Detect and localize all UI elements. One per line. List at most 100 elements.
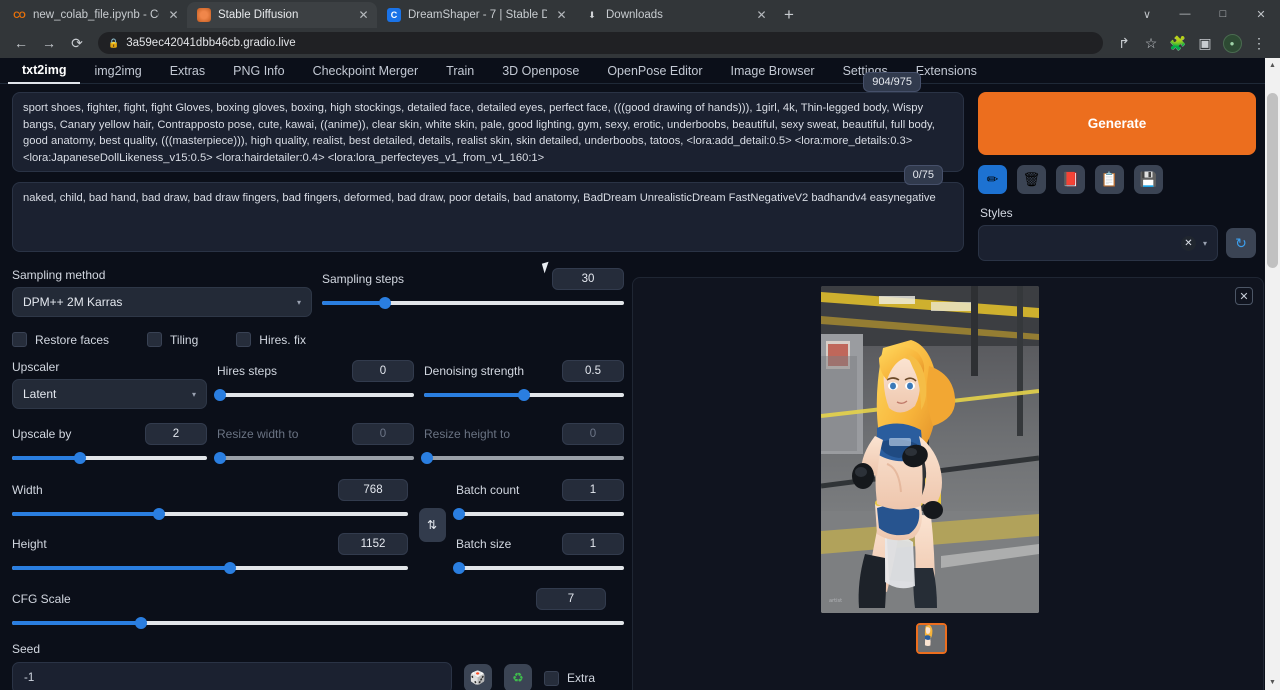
restore-faces-checkbox[interactable]: Restore faces bbox=[12, 332, 109, 347]
tab-checkpoint-merger[interactable]: Checkpoint Merger bbox=[299, 60, 433, 83]
close-icon[interactable]: ✕ bbox=[1235, 287, 1253, 305]
batch-count-slider[interactable] bbox=[456, 507, 624, 521]
browser-tab-stable-diffusion[interactable]: Stable Diffusion ✕ bbox=[187, 2, 377, 28]
close-icon[interactable]: ✕ bbox=[166, 8, 181, 23]
sampling-method-dropdown[interactable]: DPM++ 2M Karras ▾ bbox=[12, 287, 312, 317]
back-icon[interactable]: ← bbox=[8, 30, 34, 56]
tab-image-browser[interactable]: Image Browser bbox=[717, 60, 829, 83]
close-icon[interactable]: ✕ bbox=[356, 8, 371, 23]
paste-icon[interactable]: 📋 bbox=[1095, 165, 1124, 194]
negative-prompt-input[interactable]: 0/75 naked, child, bad hand, bad draw, b… bbox=[12, 182, 964, 252]
share-icon[interactable]: ↱ bbox=[1111, 30, 1137, 56]
pen-icon[interactable]: ✏ bbox=[978, 165, 1007, 194]
tab-img2img[interactable]: img2img bbox=[80, 60, 155, 83]
slider-knob[interactable] bbox=[135, 617, 147, 629]
extra-seed-checkbox[interactable]: Extra bbox=[544, 671, 595, 686]
side-panel-icon[interactable]: ▣ bbox=[1192, 30, 1218, 56]
denoising-strength-slider[interactable] bbox=[424, 388, 624, 402]
slider-knob[interactable] bbox=[214, 452, 226, 464]
batch-size-slider[interactable] bbox=[456, 561, 624, 575]
random-seed-dice-icon[interactable]: 🎲 bbox=[464, 664, 492, 690]
slider-knob[interactable] bbox=[453, 562, 465, 574]
browser-tab-dreamshaper[interactable]: C DreamShaper - 7 | Stable Diffusio ✕ bbox=[377, 2, 575, 28]
tab-openpose-editor[interactable]: OpenPose Editor bbox=[593, 60, 716, 83]
checkbox-box[interactable] bbox=[544, 671, 559, 686]
minimize-button[interactable]: — bbox=[1166, 0, 1204, 28]
batch-size-value[interactable]: 1 bbox=[562, 533, 624, 555]
chevron-down-icon[interactable]: ▾ bbox=[297, 298, 301, 307]
scroll-down-icon[interactable]: ▼ bbox=[1265, 675, 1280, 690]
slider-knob[interactable] bbox=[421, 452, 433, 464]
slider-knob[interactable] bbox=[74, 452, 86, 464]
page-scrollbar[interactable]: ▲ ▼ bbox=[1265, 58, 1280, 690]
resize-height-slider[interactable] bbox=[424, 451, 624, 465]
hires-steps-slider[interactable] bbox=[217, 388, 414, 402]
tab-search-icon[interactable]: ∨ bbox=[1128, 0, 1166, 28]
upscaler-dropdown[interactable]: Latent ▾ bbox=[12, 379, 207, 409]
bookmark-star-icon[interactable]: ☆ bbox=[1138, 30, 1164, 56]
batch-count-value[interactable]: 1 bbox=[562, 479, 624, 501]
width-value[interactable]: 768 bbox=[338, 479, 408, 501]
address-bar[interactable]: 🔒 3a59ec42041dbb46cb.gradio.live bbox=[98, 32, 1103, 54]
clear-icon[interactable]: ✕ bbox=[1181, 236, 1196, 251]
cfg-scale-value[interactable]: 7 bbox=[536, 588, 606, 610]
maximize-button[interactable]: □ bbox=[1204, 0, 1242, 28]
scroll-up-icon[interactable]: ▲ bbox=[1265, 58, 1280, 73]
tiling-checkbox[interactable]: Tiling bbox=[147, 332, 198, 347]
browser-tab-colab[interactable]: CO new_colab_file.ipynb - Colaborat ✕ bbox=[2, 2, 187, 28]
generate-button[interactable]: Generate bbox=[978, 92, 1256, 155]
recycle-seed-icon[interactable]: ♻ bbox=[504, 664, 532, 690]
tab-png-info[interactable]: PNG Info bbox=[219, 60, 298, 83]
new-tab-button[interactable]: + bbox=[775, 2, 803, 28]
slider-knob[interactable] bbox=[518, 389, 530, 401]
tab-train[interactable]: Train bbox=[432, 60, 488, 83]
width-slider[interactable] bbox=[12, 507, 408, 521]
sampling-steps-slider[interactable] bbox=[322, 296, 624, 310]
hires-fix-checkbox[interactable]: Hires. fix bbox=[236, 332, 306, 347]
slider-knob[interactable] bbox=[453, 508, 465, 520]
height-slider[interactable] bbox=[12, 561, 408, 575]
seed-input[interactable]: -1 bbox=[12, 662, 452, 690]
positive-prompt-input[interactable]: 904/975 sport shoes, fighter, fight, fig… bbox=[12, 92, 964, 172]
hires-steps-value[interactable]: 0 bbox=[352, 360, 414, 382]
clipboard-red-icon[interactable]: 📕 bbox=[1056, 165, 1085, 194]
tab-txt2img[interactable]: txt2img bbox=[8, 59, 80, 84]
avatar[interactable]: ● bbox=[1219, 30, 1245, 56]
reload-icon[interactable]: ⟳ bbox=[64, 30, 90, 56]
slider-knob[interactable] bbox=[224, 562, 236, 574]
close-icon[interactable]: ✕ bbox=[754, 8, 769, 23]
slider-knob[interactable] bbox=[379, 297, 391, 309]
slider-knob[interactable] bbox=[214, 389, 226, 401]
styles-dropdown[interactable]: ✕ ▾ bbox=[978, 225, 1218, 261]
checkbox-box[interactable] bbox=[12, 332, 27, 347]
image-thumbnail[interactable] bbox=[916, 623, 947, 654]
scrollbar-thumb[interactable] bbox=[1267, 93, 1278, 268]
refresh-icon[interactable]: ↻ bbox=[1226, 228, 1256, 258]
chevron-down-icon[interactable]: ▾ bbox=[1203, 239, 1207, 248]
close-icon[interactable]: ✕ bbox=[554, 8, 569, 23]
close-window-button[interactable]: ✕ bbox=[1242, 0, 1280, 28]
browser-menu-icon[interactable]: ⋮ bbox=[1246, 30, 1272, 56]
trash-icon[interactable]: 🗑 bbox=[1017, 165, 1046, 194]
sampling-steps-value[interactable]: 30 bbox=[552, 268, 624, 290]
height-value[interactable]: 1152 bbox=[338, 533, 408, 555]
tab-3d-openpose[interactable]: 3D Openpose bbox=[488, 60, 593, 83]
resize-width-slider[interactable] bbox=[217, 451, 414, 465]
extensions-puzzle-icon[interactable]: 🧩 bbox=[1165, 30, 1191, 56]
slider-knob[interactable] bbox=[153, 508, 165, 520]
upscale-by-slider[interactable] bbox=[12, 451, 207, 465]
denoising-strength-value[interactable]: 0.5 bbox=[562, 360, 624, 382]
generated-image[interactable]: artist bbox=[821, 286, 1039, 613]
resize-height-value[interactable]: 0 bbox=[562, 423, 624, 445]
resize-width-value[interactable]: 0 bbox=[352, 423, 414, 445]
browser-tab-downloads[interactable]: ⬇ Downloads ✕ bbox=[575, 2, 775, 28]
tab-extras[interactable]: Extras bbox=[156, 60, 219, 83]
checkbox-box[interactable] bbox=[236, 332, 251, 347]
swap-dimensions-button[interactable]: ⇅ bbox=[419, 508, 446, 542]
upscale-by-value[interactable]: 2 bbox=[145, 423, 207, 445]
checkbox-box[interactable] bbox=[147, 332, 162, 347]
save-style-icon[interactable]: 💾 bbox=[1134, 165, 1163, 194]
chevron-down-icon[interactable]: ▾ bbox=[192, 390, 196, 399]
cfg-scale-slider[interactable] bbox=[12, 616, 624, 630]
forward-icon[interactable]: → bbox=[36, 30, 62, 56]
